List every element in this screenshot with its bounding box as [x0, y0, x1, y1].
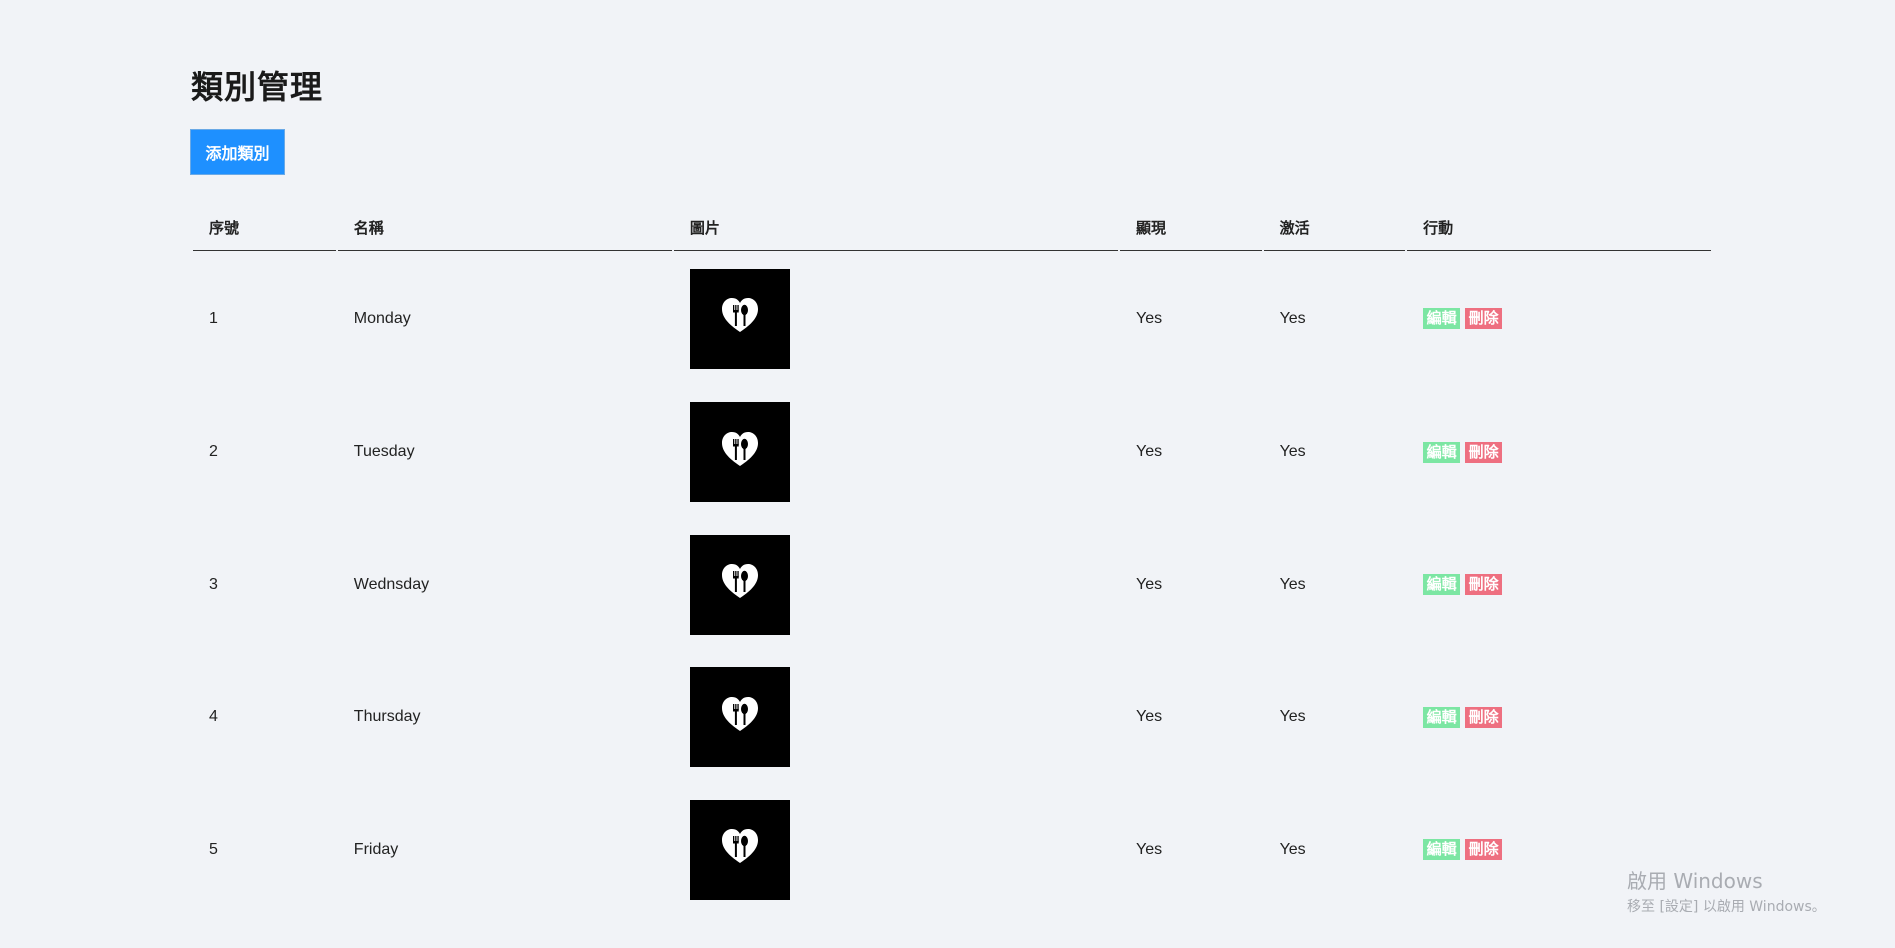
row-image-cell	[674, 519, 1118, 652]
row-visible: Yes	[1135, 443, 1163, 461]
row-active: Yes	[1279, 443, 1306, 461]
row-name: Friday	[353, 840, 399, 858]
table-row: 3 Wednsday Yes Yes 編輯 刪除	[193, 519, 1711, 652]
column-header-index: 序號	[193, 204, 336, 251]
table-body: 1 Monday Yes Yes 編輯 刪除 2 Tuesday Yes Yes 編輯 刪除 3 Wedn…	[193, 251, 1711, 916]
category-thumbnail	[689, 402, 790, 503]
delete-button[interactable]: 刪除	[1465, 839, 1503, 861]
heart-fork-spoon-icon	[720, 430, 760, 475]
category-thumbnail	[689, 268, 790, 369]
column-header-image: 圖片	[673, 204, 1118, 251]
watermark-subtitle: 移至 [設定] 以啟用 Windows。	[1627, 899, 1826, 915]
windows-activation-watermark: 啟用 Windows 移至 [設定] 以啟用 Windows。	[1627, 865, 1826, 916]
row-image-cell	[674, 651, 1118, 784]
action-buttons: 編輯 刪除	[1423, 839, 1711, 861]
action-buttons: 編輯 刪除	[1423, 574, 1711, 596]
delete-button[interactable]: 刪除	[1465, 574, 1503, 596]
page-title: 類別管理	[191, 69, 324, 105]
table-row: 4 Thursday Yes Yes 編輯 刪除	[193, 651, 1711, 784]
heart-fork-spoon-icon	[720, 695, 760, 740]
column-header-visible: 顯現	[1119, 204, 1262, 251]
action-buttons: 編輯 刪除	[1423, 706, 1711, 728]
table-row: 2 Tuesday Yes Yes 編輯 刪除	[193, 386, 1711, 519]
column-header-active: 激活	[1263, 204, 1406, 251]
row-actions: 編輯 刪除	[1407, 519, 1711, 652]
delete-button[interactable]: 刪除	[1465, 308, 1503, 329]
row-active: Yes	[1279, 575, 1306, 593]
row-active: Yes	[1279, 708, 1306, 726]
row-visible: Yes	[1135, 309, 1163, 327]
row-index: 2	[209, 443, 218, 461]
heart-fork-spoon-icon	[720, 562, 760, 607]
watermark-title: 啟用 Windows	[1627, 869, 1763, 893]
row-active: Yes	[1279, 840, 1306, 858]
row-image-cell	[674, 784, 1118, 917]
table-row: 1 Monday Yes Yes 編輯 刪除	[193, 251, 1711, 386]
add-category-button[interactable]: 添加類別	[190, 129, 285, 175]
delete-button[interactable]: 刪除	[1465, 706, 1503, 728]
heart-fork-spoon-icon	[720, 827, 760, 872]
row-image-cell	[674, 251, 1118, 386]
edit-button[interactable]: 編輯	[1423, 441, 1461, 463]
column-header-actions: 行動	[1407, 204, 1711, 251]
delete-button[interactable]: 刪除	[1465, 441, 1503, 463]
row-visible: Yes	[1135, 575, 1163, 593]
row-index: 5	[209, 840, 218, 858]
row-actions: 編輯 刪除	[1407, 651, 1711, 784]
action-buttons: 編輯 刪除	[1423, 441, 1711, 463]
row-name: Tuesday	[353, 443, 415, 461]
row-image-cell	[674, 386, 1118, 519]
category-thumbnail	[689, 799, 790, 900]
row-name: Thursday	[353, 708, 421, 726]
action-buttons: 編輯 刪除	[1423, 308, 1711, 329]
category-thumbnail	[689, 534, 790, 635]
category-management-page: 類別管理 添加類別 序號 名稱 圖片 顯現 激活 行動 1 Monday Yes Ye…	[0, 0, 1895, 948]
row-actions: 編輯 刪除	[1407, 251, 1711, 386]
edit-button[interactable]: 編輯	[1423, 706, 1461, 728]
row-name: Wednsday	[353, 575, 430, 593]
row-index: 3	[209, 575, 218, 593]
row-active: Yes	[1279, 309, 1306, 327]
heart-fork-spoon-icon	[720, 296, 760, 341]
row-name: Monday	[353, 309, 411, 327]
table-header-row: 序號 名稱 圖片 顯現 激活 行動	[193, 204, 1711, 251]
category-thumbnail	[689, 667, 790, 768]
column-header-name: 名稱	[337, 204, 672, 251]
table-row: 5 Friday Yes Yes 編輯 刪除	[193, 784, 1711, 917]
row-index: 4	[209, 708, 218, 726]
edit-button[interactable]: 編輯	[1423, 308, 1461, 329]
row-index: 1	[209, 309, 218, 327]
edit-button[interactable]: 編輯	[1423, 839, 1461, 861]
category-table: 序號 名稱 圖片 顯現 激活 行動 1 Monday Yes Yes 編輯 刪除 2 Tues…	[191, 204, 1713, 916]
edit-button[interactable]: 編輯	[1423, 574, 1461, 596]
row-visible: Yes	[1135, 840, 1163, 858]
row-actions: 編輯 刪除	[1407, 386, 1711, 519]
row-visible: Yes	[1135, 708, 1163, 726]
